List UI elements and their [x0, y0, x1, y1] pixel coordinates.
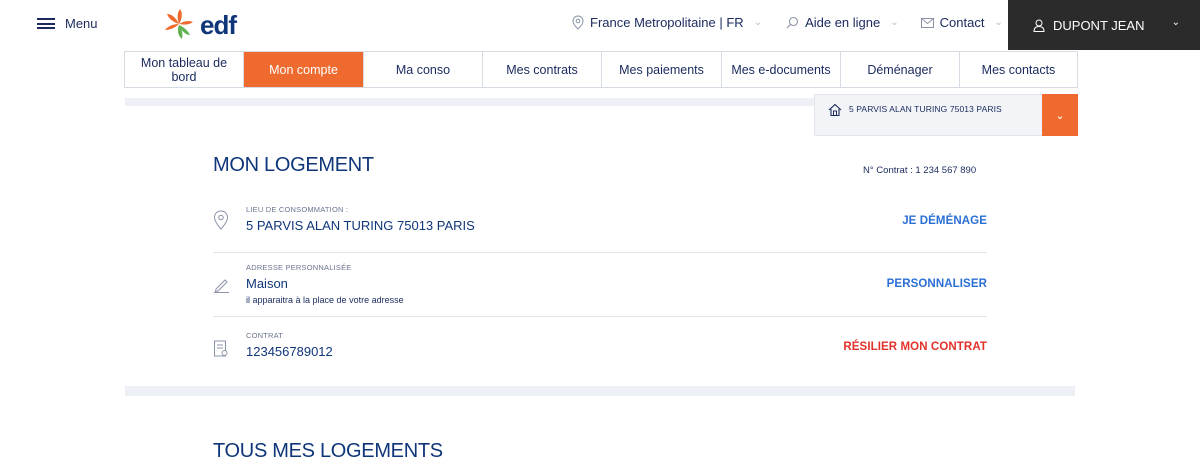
custom-address-name: Maison — [246, 276, 288, 291]
list-item-adresse-personnalisee: ADRESSE PERSONNALISÉE Maison il apparait… — [213, 262, 987, 312]
move-link[interactable]: JE DÉMÉNAGE — [902, 215, 987, 227]
chevron-down-icon: ⌄ — [753, 17, 763, 28]
tab-mon-compte[interactable]: Mon compte — [244, 52, 364, 87]
location-pin-icon — [213, 210, 229, 230]
top-links: France Metropolitaine | FR ⌄ Aide en lig… — [572, 15, 1003, 30]
chevron-down-icon: ⌄ — [1055, 109, 1065, 122]
top-header: Menu edf France Metropolitaine | FR ⌄ Ai… — [0, 0, 1200, 50]
selected-address: 5 PARVIS ALAN TURING 75013 PARIS — [849, 104, 1002, 114]
logo-text: edf — [200, 9, 237, 40]
location-pin-icon — [572, 15, 584, 30]
chevron-down-icon: ⌄ — [890, 17, 899, 28]
field-label: ADRESSE PERSONNALISÉE — [246, 263, 352, 272]
hamburger-icon — [37, 18, 55, 29]
chevron-down-icon: ⌄ — [1171, 17, 1180, 28]
contract-document-icon — [214, 340, 228, 357]
region-label: France Metropolitaine | FR — [590, 15, 744, 30]
menu-label: Menu — [65, 16, 98, 31]
tab-mes-e-documents[interactable]: Mes e-documents — [722, 52, 841, 87]
user-name: DUPONT JEAN — [1053, 17, 1145, 33]
contact-label: Contact — [939, 15, 985, 30]
mail-icon — [920, 17, 934, 28]
field-label: LIEU DE CONSOMMATION : — [246, 205, 349, 214]
region-selector[interactable]: France Metropolitaine | FR ⌄ — [572, 15, 762, 30]
field-label: CONTRAT — [246, 331, 284, 340]
address-selector[interactable]: 5 PARVIS ALAN TURING 75013 PARIS ⌄ — [814, 94, 1078, 136]
user-account-menu[interactable]: DUPONT JEAN ⌄ — [1008, 0, 1200, 50]
user-icon — [1033, 19, 1045, 32]
tab-mes-contrats[interactable]: Mes contrats — [483, 52, 602, 87]
tab-ma-conso[interactable]: Ma conso — [364, 52, 483, 87]
address-dropdown-toggle[interactable]: ⌄ — [1042, 94, 1078, 136]
chevron-down-icon: ⌄ — [994, 17, 1003, 28]
contract-number: N° Contrat : 1 234 567 890 — [863, 165, 977, 176]
list-item-contrat: CONTRAT 123456789012 RÉSILIER MON CONTRA… — [213, 328, 987, 368]
menu-button[interactable]: Menu — [37, 16, 98, 31]
edf-logo[interactable]: edf — [160, 8, 237, 42]
home-icon — [828, 103, 842, 117]
row-divider — [213, 252, 987, 253]
pencil-icon — [214, 279, 229, 293]
account-tabs: Mon tableau de bord Mon compte Ma conso … — [124, 51, 1078, 88]
contract-id: 123456789012 — [246, 344, 333, 359]
section-title: MON LOGEMENT — [213, 154, 374, 176]
contact-link[interactable]: Contact ⌄ — [920, 15, 1003, 30]
cancel-contract-link[interactable]: RÉSILIER MON CONTRAT — [843, 341, 987, 353]
edf-flower-icon — [165, 9, 193, 39]
divider-strip — [125, 386, 1075, 396]
help-link[interactable]: Aide en ligne ⌄ — [786, 15, 899, 30]
consumption-address: 5 PARVIS ALAN TURING 75013 PARIS — [246, 218, 475, 233]
help-label: Aide en ligne — [805, 15, 881, 30]
list-item-lieu-consommation: LIEU DE CONSOMMATION : 5 PARVIS ALAN TUR… — [213, 200, 987, 250]
tab-mes-contacts[interactable]: Mes contacts — [960, 52, 1077, 87]
section-title-all-homes: TOUS MES LOGEMENTS — [213, 440, 443, 458]
custom-address-hint: il apparaitra à la place de votre adress… — [246, 295, 404, 305]
row-divider — [213, 316, 987, 317]
search-icon — [786, 16, 799, 29]
tab-mes-paiements[interactable]: Mes paiements — [602, 52, 722, 87]
tab-demenager[interactable]: Déménager — [841, 52, 960, 87]
tab-tableau-de-bord[interactable]: Mon tableau de bord — [125, 52, 244, 87]
personalize-link[interactable]: PERSONNALISER — [887, 278, 987, 290]
